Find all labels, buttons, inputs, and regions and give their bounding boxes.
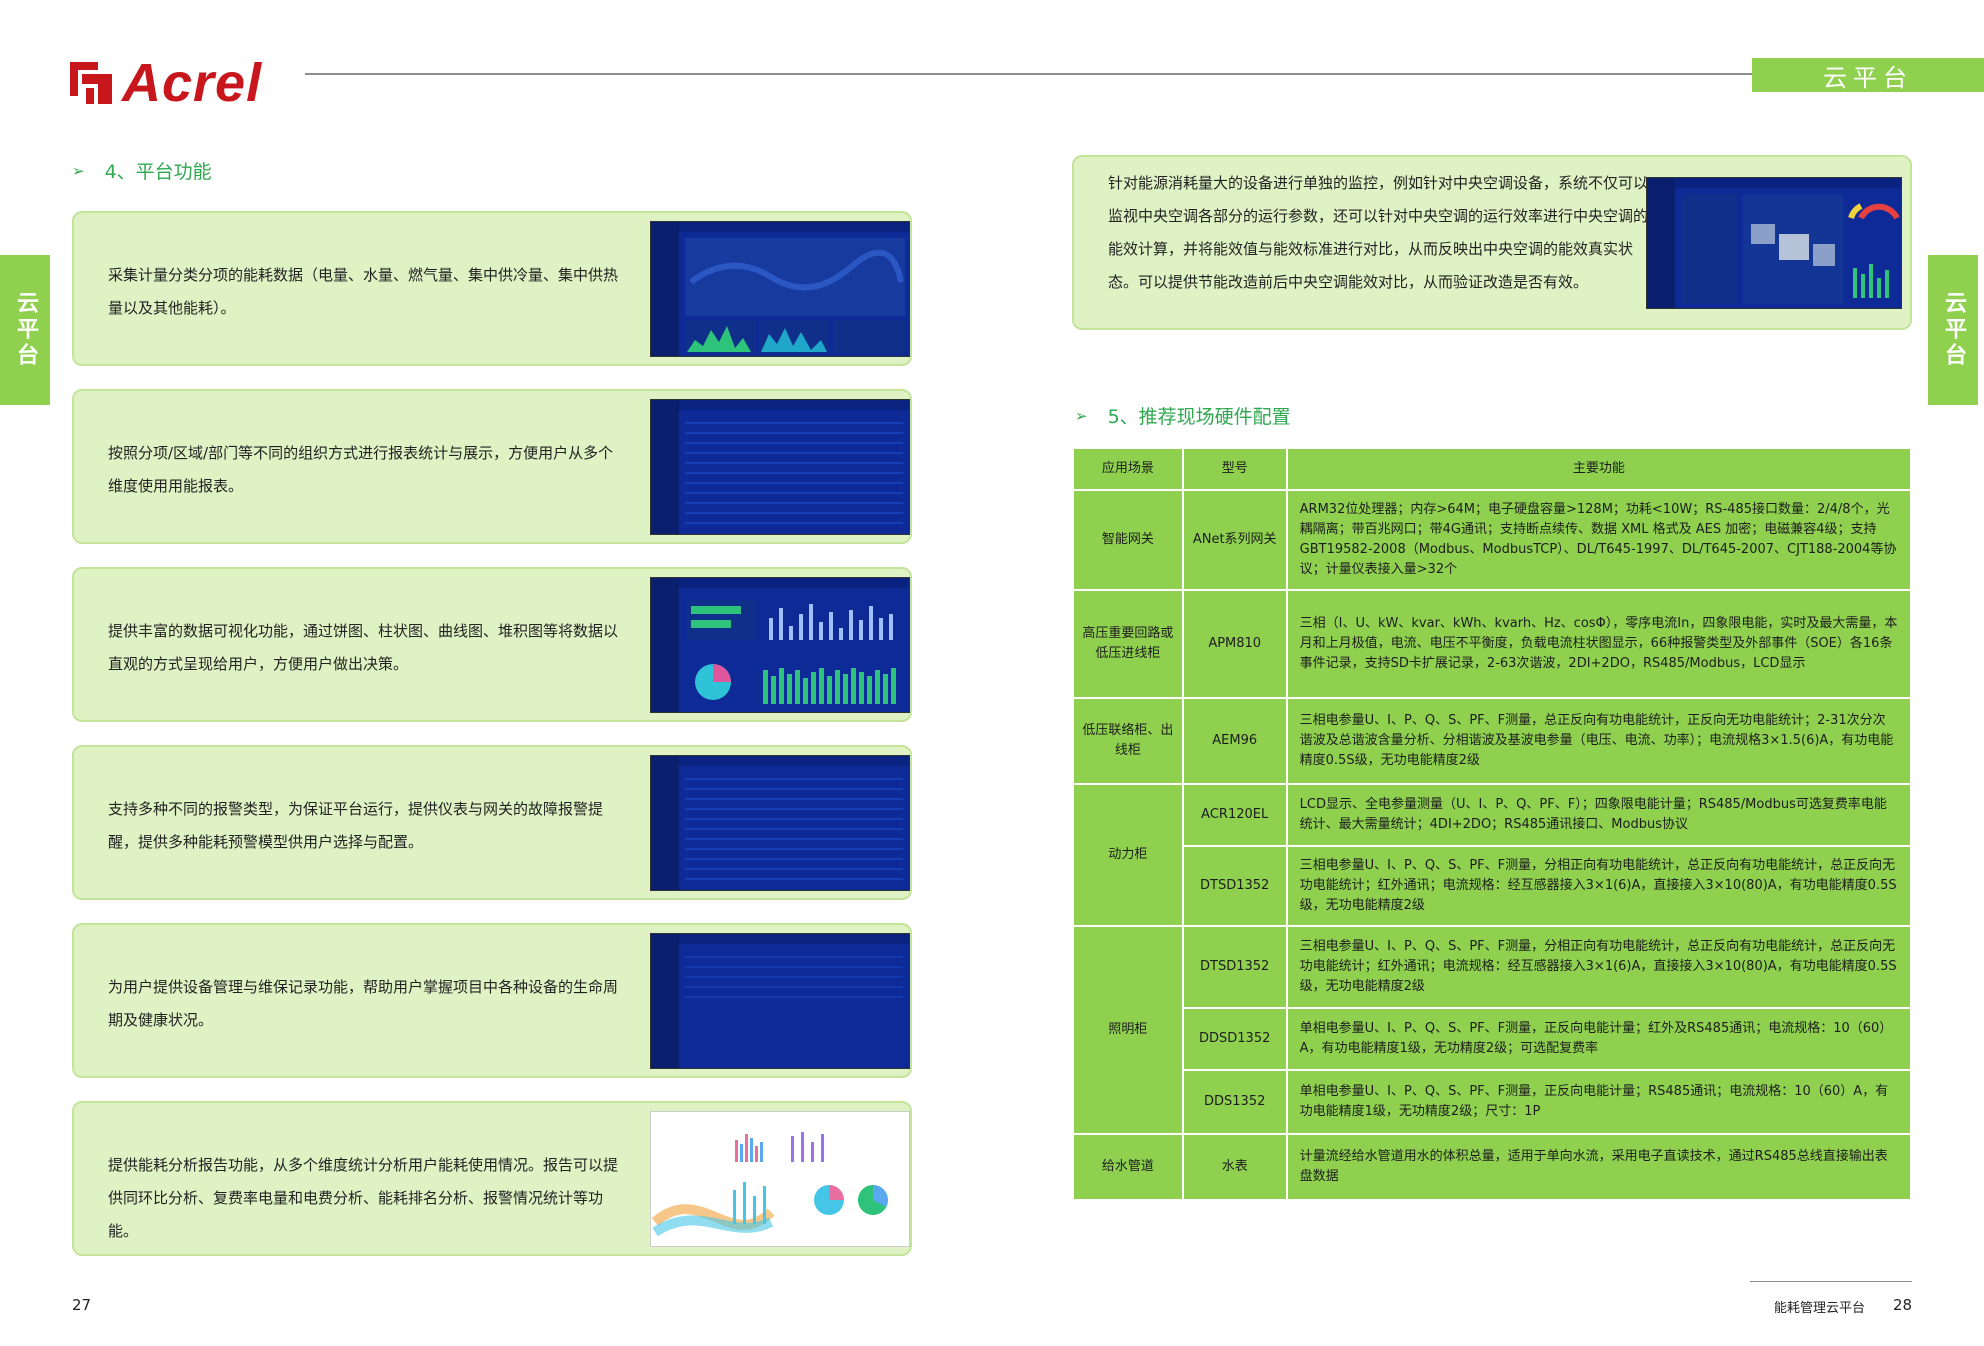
analysis-report-screenshot — [650, 1111, 910, 1247]
function-cell: 单相电参量U、I、P、Q、S、PF、F测量，正反向电能计量；RS485通讯；电流… — [1285, 1069, 1913, 1135]
feature-card: 提供丰富的数据可视化功能，通过饼图、柱状图、曲线图、堆积图等将数据以直观的方式呈… — [72, 567, 912, 722]
model-cell: DDSD1352 — [1181, 1007, 1288, 1071]
function-cell: 单相电参量U、I、P、Q、S、PF、F测量，正反向电能计量；红外及RS485通讯… — [1285, 1007, 1913, 1071]
hvac-card: 针对能源消耗量大的设备进行单独的监控，例如针对中央空调设备，系统不仅可以监视中央… — [1072, 155, 1912, 330]
model-cell: ANet系列网关 — [1181, 489, 1288, 591]
feature-card: 按照分项/区域/部门等不同的组织方式进行报表统计与展示，方便用户从多个维度使用用… — [72, 389, 912, 544]
hvac-card-text: 针对能源消耗量大的设备进行单独的监控，例如针对中央空调设备，系统不仅可以监视中央… — [1108, 174, 1649, 291]
table-row: DDSD1352 单相电参量U、I、P、Q、S、PF、F测量，正反向电能计量；红… — [1073, 1007, 1913, 1071]
table-row: 照明柜 DTSD1352 三相电参量U、I、P、Q、S、PF、F测量，分相正向有… — [1072, 925, 1913, 1135]
feature-card-text: 按照分项/区域/部门等不同的组织方式进行报表统计与展示，方便用户从多个维度使用用… — [108, 444, 614, 495]
feature-card: 提供能耗分析报告功能，从多个维度统计分析用户能耗使用情况。报告可以提供同环比分析… — [72, 1101, 912, 1256]
function-cell: LCD显示、全电参量测量（U、I、P、Q、PF、F）；四象限电能计量；RS485… — [1285, 783, 1913, 847]
feature-card-text: 提供丰富的数据可视化功能，通过饼图、柱状图、曲线图、堆积图等将数据以直观的方式呈… — [108, 622, 619, 673]
function-cell: ARM32位处理器；内存>64M；电子硬盘容量>128M；功耗<10W；RS-4… — [1285, 489, 1913, 591]
model-cell: DTSD1352 — [1181, 845, 1288, 927]
table-row: DDS1352 单相电参量U、I、P、Q、S、PF、F测量，正反向电能计量；RS… — [1073, 1069, 1913, 1135]
scene-cell: 照明柜 — [1072, 925, 1184, 1135]
scene-cell: 给水管道 — [1072, 1133, 1184, 1201]
feature-card-text: 提供能耗分析报告功能，从多个维度统计分析用户能耗使用情况。报告可以提供同环比分析… — [108, 1156, 619, 1240]
feature-card-text: 采集计量分类分项的能耗数据（电量、水量、燃气量、集中供冷量、集中供热量以及其他能… — [108, 266, 619, 317]
arrow-icon: ➢ — [72, 161, 85, 180]
side-tab-right: 云平台 — [1928, 255, 1978, 405]
feature-card-text: 支持多种不同的报警类型，为保证平台运行，提供仪表与网关的故障报警提醒，提供多种能… — [108, 800, 604, 851]
feature-card-text: 为用户提供设备管理与维保记录功能，帮助用户掌握项目中各种设备的生命周期及健康状况… — [108, 978, 619, 1029]
feature-card: 为用户提供设备管理与维保记录功能，帮助用户掌握项目中各种设备的生命周期及健康状况… — [72, 923, 912, 1078]
footer-divider — [1750, 1281, 1912, 1282]
function-cell: 三相（I、U、kW、kvar、kWh、kvarh、Hz、cosΦ），零序电流In… — [1285, 589, 1913, 699]
header-tab: 云平台 — [1752, 58, 1984, 92]
hvac-screenshot — [1646, 177, 1902, 309]
function-cell: 三相电参量U、I、P、Q、S、PF、F测量，分相正向有功电能统计，总正反向有功电… — [1285, 845, 1913, 927]
table-row: 给水管道 水表 计量流经给水管道用水的体积总量，适用于单向水流，采用电子直读技术… — [1072, 1133, 1913, 1201]
device-management-screenshot — [650, 933, 910, 1069]
header-divider — [305, 73, 1755, 75]
acrel-logo: Acrel — [68, 52, 262, 114]
section4-title-text: 4、平台功能 — [104, 161, 212, 183]
arrow-icon: ➢ — [1075, 406, 1088, 425]
table-header-row: 应用场景 型号 主要功能 — [1072, 447, 1913, 491]
column-header: 主要功能 — [1285, 447, 1913, 491]
right-page-number: 28 — [1893, 1296, 1913, 1314]
visualization-screenshot — [650, 577, 910, 713]
alarm-screenshot — [650, 755, 910, 891]
section5-title-text: 5、推荐现场硬件配置 — [1107, 406, 1291, 428]
table-row: 高压重要回路或低压进线柜 APM810 三相（I、U、kW、kvar、kWh、k… — [1072, 589, 1913, 699]
feature-card: 支持多种不同的报警类型，为保证平台运行，提供仪表与网关的故障报警提醒，提供多种能… — [72, 745, 912, 900]
scene-cell: 动力柜 — [1072, 783, 1184, 927]
table-row: DTSD1352 三相电参量U、I、P、Q、S、PF、F测量，分相正向有功电能统… — [1073, 845, 1913, 927]
model-cell: DTSD1352 — [1181, 925, 1288, 1009]
hardware-config-table: 应用场景 型号 主要功能 智能网关 ANet系列网关 ARM32位处理器；内存>… — [1072, 447, 1913, 1201]
side-tab-left: 云平台 — [0, 255, 50, 405]
column-header: 应用场景 — [1072, 447, 1184, 491]
model-cell: DDS1352 — [1181, 1069, 1288, 1135]
section5-title: ➢ 5、推荐现场硬件配置 — [1075, 402, 1291, 429]
left-page-number: 27 — [72, 1296, 92, 1314]
scene-cell: 高压重要回路或低压进线柜 — [1072, 589, 1184, 699]
table-row: 动力柜 ACR120EL LCD显示、全电参量测量（U、I、P、Q、PF、F）；… — [1072, 783, 1913, 927]
function-cell: 三相电参量U、I、P、Q、S、PF、F测量，总正反向有功电能统计，正反向无功电能… — [1285, 697, 1913, 785]
model-cell: ACR120EL — [1181, 783, 1288, 847]
column-header: 型号 — [1181, 447, 1288, 491]
model-cell: APM810 — [1181, 589, 1288, 699]
feature-card: 采集计量分类分项的能耗数据（电量、水量、燃气量、集中供冷量、集中供热量以及其他能… — [72, 211, 912, 366]
model-cell: 水表 — [1181, 1133, 1288, 1201]
scene-cell: 低压联络柜、出线柜 — [1072, 697, 1184, 785]
report-screenshot — [650, 399, 910, 535]
function-cell: 三相电参量U、I、P、Q、S、PF、F测量，分相正向有功电能统计，总正反向有功电… — [1285, 925, 1913, 1009]
function-cell: 计量流经给水管道用水的体积总量，适用于单向水流，采用电子直读技术，通过RS485… — [1285, 1133, 1913, 1201]
dashboard-screenshot — [650, 221, 910, 357]
table-row: 低压联络柜、出线柜 AEM96 三相电参量U、I、P、Q、S、PF、F测量，总正… — [1072, 697, 1913, 785]
acrel-logo-mark-icon — [68, 60, 114, 106]
model-cell: AEM96 — [1181, 697, 1288, 785]
brand-name: Acrel — [122, 53, 263, 113]
scene-cell: 智能网关 — [1072, 489, 1184, 591]
table-row: 智能网关 ANet系列网关 ARM32位处理器；内存>64M；电子硬盘容量>12… — [1072, 489, 1913, 591]
section4-title: ➢ 4、平台功能 — [72, 157, 212, 184]
footer-caption: 能耗管理云平台 — [1774, 1301, 1866, 1316]
